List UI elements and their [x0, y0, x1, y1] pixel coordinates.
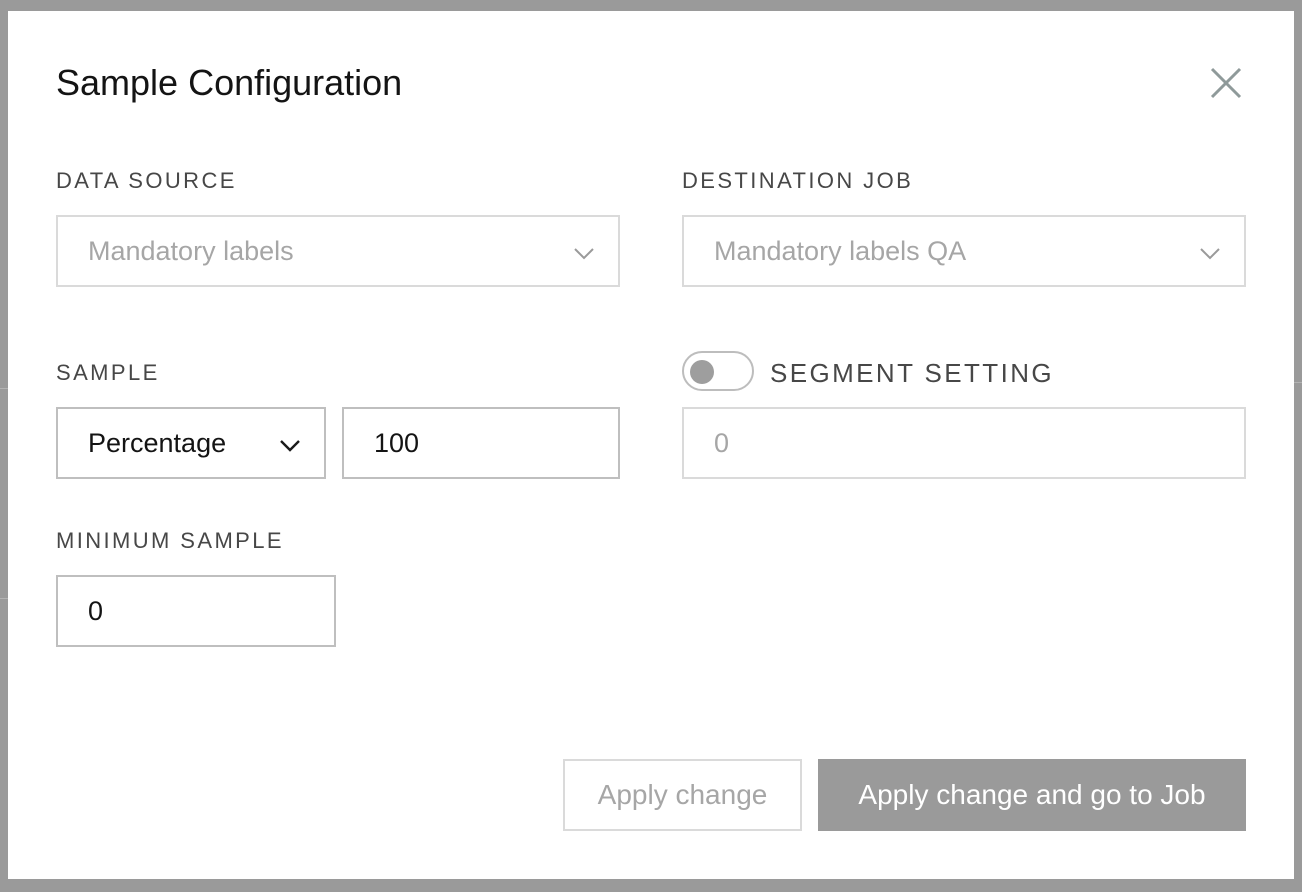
chevron-down-icon [1200, 248, 1220, 260]
background-divider [0, 598, 8, 599]
segment-setting-input[interactable]: 0 [682, 407, 1246, 479]
minimum-sample-label: MINIMUM SAMPLE [56, 528, 284, 553]
data-source-label: DATA SOURCE [56, 168, 237, 193]
close-button[interactable] [1206, 63, 1246, 103]
chevron-down-icon [574, 248, 594, 260]
close-icon [1210, 67, 1242, 99]
destination-job-select[interactable]: Mandatory labels QA [682, 215, 1246, 287]
segment-setting-label: SEGMENT SETTING [770, 358, 1054, 388]
minimum-sample-input[interactable]: 0 [56, 575, 336, 647]
sample-type-select[interactable]: Percentage [56, 407, 326, 479]
data-source-value: Mandatory labels [88, 236, 294, 266]
background-divider [0, 388, 8, 389]
data-source-select[interactable]: Mandatory labels [56, 215, 620, 287]
chevron-down-icon [280, 440, 300, 452]
sample-label: SAMPLE [56, 360, 160, 385]
destination-job-label: DESTINATION JOB [682, 168, 914, 193]
sample-type-value: Percentage [88, 428, 227, 458]
apply-change-and-go-to-job-button[interactable]: Apply change and go to Job [818, 759, 1246, 831]
background-divider [1294, 382, 1302, 383]
sample-configuration-dialog: Sample Configuration DATA SOURCE Mandato… [8, 11, 1294, 879]
apply-change-button[interactable]: Apply change [563, 759, 802, 831]
toggle-knob [690, 360, 714, 384]
segment-setting-toggle[interactable] [682, 351, 754, 391]
sample-amount-input[interactable]: 100 [342, 407, 620, 479]
dialog-title: Sample Configuration [56, 62, 403, 103]
destination-job-value: Mandatory labels QA [714, 236, 967, 266]
